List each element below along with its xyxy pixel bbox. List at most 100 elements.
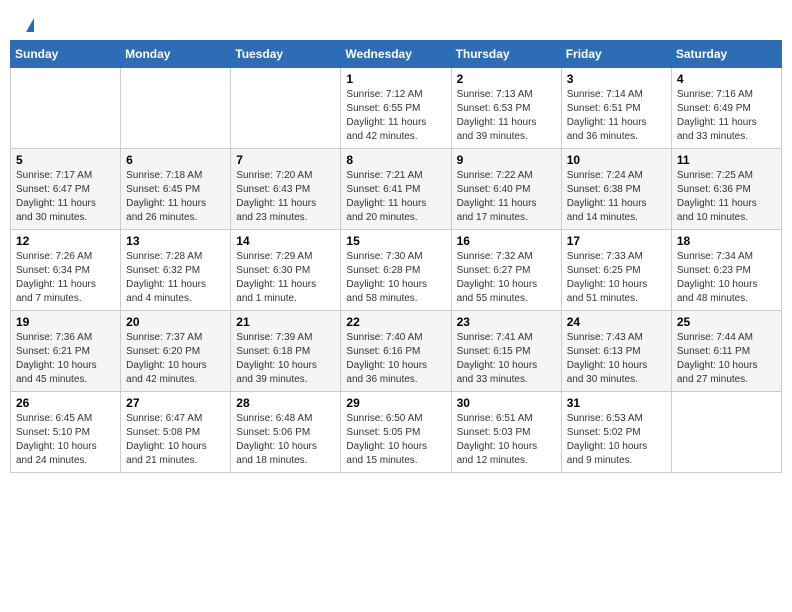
day-info: Sunrise: 7:14 AM Sunset: 6:51 PM Dayligh… bbox=[567, 88, 666, 144]
day-number: 24 bbox=[567, 315, 666, 329]
day-info: Sunrise: 7:36 AM Sunset: 6:21 PM Dayligh… bbox=[16, 331, 115, 387]
day-info: Sunrise: 7:12 AM Sunset: 6:55 PM Dayligh… bbox=[346, 88, 445, 144]
day-number: 31 bbox=[567, 396, 666, 410]
day-header-monday: Monday bbox=[121, 41, 231, 68]
day-info: Sunrise: 7:32 AM Sunset: 6:27 PM Dayligh… bbox=[457, 250, 556, 306]
calendar-cell: 4Sunrise: 7:16 AM Sunset: 6:49 PM Daylig… bbox=[671, 68, 781, 149]
calendar-cell: 7 Sunrise: 7:20 AM Sunset: 6:43 PM Daylig… bbox=[231, 149, 341, 230]
day-number: 14 bbox=[236, 234, 335, 248]
day-header-thursday: Thursday bbox=[451, 41, 561, 68]
calendar-cell: 14 Sunrise: 7:29 AM Sunset: 6:30 PM Dayli… bbox=[231, 230, 341, 311]
day-number: 11 bbox=[677, 153, 776, 167]
logo-icon bbox=[26, 18, 34, 32]
day-header-sunday: Sunday bbox=[11, 41, 121, 68]
day-info: Sunrise: 7:17 AM Sunset: 6:47 PM Dayligh… bbox=[16, 169, 115, 225]
calendar-cell bbox=[11, 68, 121, 149]
calendar-cell bbox=[121, 68, 231, 149]
day-number: 1 bbox=[346, 72, 445, 86]
day-header-friday: Friday bbox=[561, 41, 671, 68]
calendar-header-row: SundayMondayTuesdayWednesdayThursdayFrid… bbox=[11, 41, 782, 68]
day-info: Sunrise: 7:40 AM Sunset: 6:16 PM Dayligh… bbox=[346, 331, 445, 387]
day-info: Sunrise: 7:25 AM Sunset: 6:36 PM Dayligh… bbox=[677, 169, 776, 225]
day-number: 16 bbox=[457, 234, 556, 248]
day-number: 9 bbox=[457, 153, 556, 167]
day-number: 17 bbox=[567, 234, 666, 248]
day-number: 18 bbox=[677, 234, 776, 248]
calendar-cell: 21 Sunrise: 7:39 AM Sunset: 6:18 PM Dayli… bbox=[231, 311, 341, 392]
calendar-cell: 31 Sunrise: 6:53 AM Sunset: 5:02 PM Dayli… bbox=[561, 392, 671, 473]
day-info: Sunrise: 7:26 AM Sunset: 6:34 PM Dayligh… bbox=[16, 250, 115, 306]
day-header-tuesday: Tuesday bbox=[231, 41, 341, 68]
calendar-cell: 11 Sunrise: 7:25 AM Sunset: 6:36 PM Dayli… bbox=[671, 149, 781, 230]
calendar-cell: 5Sunrise: 7:17 AM Sunset: 6:47 PM Daylig… bbox=[11, 149, 121, 230]
day-info: Sunrise: 7:13 AM Sunset: 6:53 PM Dayligh… bbox=[457, 88, 556, 144]
calendar-cell: 16 Sunrise: 7:32 AM Sunset: 6:27 PM Dayli… bbox=[451, 230, 561, 311]
day-number: 29 bbox=[346, 396, 445, 410]
day-info: Sunrise: 6:51 AM Sunset: 5:03 PM Dayligh… bbox=[457, 412, 556, 468]
day-info: Sunrise: 7:30 AM Sunset: 6:28 PM Dayligh… bbox=[346, 250, 445, 306]
day-info: Sunrise: 6:47 AM Sunset: 5:08 PM Dayligh… bbox=[126, 412, 225, 468]
day-number: 25 bbox=[677, 315, 776, 329]
calendar-cell: 12 Sunrise: 7:26 AM Sunset: 6:34 PM Dayli… bbox=[11, 230, 121, 311]
day-info: Sunrise: 7:21 AM Sunset: 6:41 PM Dayligh… bbox=[346, 169, 445, 225]
day-number: 28 bbox=[236, 396, 335, 410]
calendar-cell: 24Sunrise: 7:43 AM Sunset: 6:13 PM Dayli… bbox=[561, 311, 671, 392]
calendar-week-row: 26Sunrise: 6:45 AM Sunset: 5:10 PM Dayli… bbox=[11, 392, 782, 473]
calendar-cell: 22 Sunrise: 7:40 AM Sunset: 6:16 PM Dayli… bbox=[341, 311, 451, 392]
day-number: 2 bbox=[457, 72, 556, 86]
day-info: Sunrise: 7:44 AM Sunset: 6:11 PM Dayligh… bbox=[677, 331, 776, 387]
calendar-cell: 10Sunrise: 7:24 AM Sunset: 6:38 PM Dayli… bbox=[561, 149, 671, 230]
day-number: 6 bbox=[126, 153, 225, 167]
calendar-cell: 30Sunrise: 6:51 AM Sunset: 5:03 PM Dayli… bbox=[451, 392, 561, 473]
calendar-cell: 27 Sunrise: 6:47 AM Sunset: 5:08 PM Dayli… bbox=[121, 392, 231, 473]
day-info: Sunrise: 7:28 AM Sunset: 6:32 PM Dayligh… bbox=[126, 250, 225, 306]
day-info: Sunrise: 6:53 AM Sunset: 5:02 PM Dayligh… bbox=[567, 412, 666, 468]
day-number: 21 bbox=[236, 315, 335, 329]
calendar-cell: 28 Sunrise: 6:48 AM Sunset: 5:06 PM Dayli… bbox=[231, 392, 341, 473]
day-number: 13 bbox=[126, 234, 225, 248]
calendar-cell: 26Sunrise: 6:45 AM Sunset: 5:10 PM Dayli… bbox=[11, 392, 121, 473]
day-number: 8 bbox=[346, 153, 445, 167]
calendar-cell: 23 Sunrise: 7:41 AM Sunset: 6:15 PM Dayli… bbox=[451, 311, 561, 392]
day-number: 26 bbox=[16, 396, 115, 410]
day-number: 7 bbox=[236, 153, 335, 167]
day-number: 20 bbox=[126, 315, 225, 329]
day-header-saturday: Saturday bbox=[671, 41, 781, 68]
day-info: Sunrise: 7:37 AM Sunset: 6:20 PM Dayligh… bbox=[126, 331, 225, 387]
day-info: Sunrise: 6:50 AM Sunset: 5:05 PM Dayligh… bbox=[346, 412, 445, 468]
day-info: Sunrise: 7:39 AM Sunset: 6:18 PM Dayligh… bbox=[236, 331, 335, 387]
day-info: Sunrise: 7:16 AM Sunset: 6:49 PM Dayligh… bbox=[677, 88, 776, 144]
day-info: Sunrise: 7:20 AM Sunset: 6:43 PM Dayligh… bbox=[236, 169, 335, 225]
day-number: 12 bbox=[16, 234, 115, 248]
calendar-cell: 15 Sunrise: 7:30 AM Sunset: 6:28 PM Dayli… bbox=[341, 230, 451, 311]
calendar-cell: 25 Sunrise: 7:44 AM Sunset: 6:11 PM Dayli… bbox=[671, 311, 781, 392]
day-number: 27 bbox=[126, 396, 225, 410]
day-info: Sunrise: 7:41 AM Sunset: 6:15 PM Dayligh… bbox=[457, 331, 556, 387]
calendar-cell: 9 Sunrise: 7:22 AM Sunset: 6:40 PM Daylig… bbox=[451, 149, 561, 230]
calendar-cell: 19 Sunrise: 7:36 AM Sunset: 6:21 PM Dayli… bbox=[11, 311, 121, 392]
calendar-cell bbox=[231, 68, 341, 149]
day-info: Sunrise: 7:33 AM Sunset: 6:25 PM Dayligh… bbox=[567, 250, 666, 306]
calendar-cell: 20 Sunrise: 7:37 AM Sunset: 6:20 PM Dayli… bbox=[121, 311, 231, 392]
day-header-wednesday: Wednesday bbox=[341, 41, 451, 68]
day-info: Sunrise: 7:18 AM Sunset: 6:45 PM Dayligh… bbox=[126, 169, 225, 225]
calendar-cell: 8 Sunrise: 7:21 AM Sunset: 6:41 PM Daylig… bbox=[341, 149, 451, 230]
day-info: Sunrise: 7:22 AM Sunset: 6:40 PM Dayligh… bbox=[457, 169, 556, 225]
calendar-cell bbox=[671, 392, 781, 473]
calendar-table: SundayMondayTuesdayWednesdayThursdayFrid… bbox=[10, 40, 782, 473]
calendar-cell: 29 Sunrise: 6:50 AM Sunset: 5:05 PM Dayli… bbox=[341, 392, 451, 473]
calendar-week-row: 19 Sunrise: 7:36 AM Sunset: 6:21 PM Dayli… bbox=[11, 311, 782, 392]
calendar-cell: 18Sunrise: 7:34 AM Sunset: 6:23 PM Dayli… bbox=[671, 230, 781, 311]
day-info: Sunrise: 7:24 AM Sunset: 6:38 PM Dayligh… bbox=[567, 169, 666, 225]
calendar-week-row: 5Sunrise: 7:17 AM Sunset: 6:47 PM Daylig… bbox=[11, 149, 782, 230]
calendar-cell: 2 Sunrise: 7:13 AM Sunset: 6:53 PM Daylig… bbox=[451, 68, 561, 149]
day-number: 3 bbox=[567, 72, 666, 86]
day-number: 15 bbox=[346, 234, 445, 248]
calendar-week-row: 1 Sunrise: 7:12 AM Sunset: 6:55 PM Daylig… bbox=[11, 68, 782, 149]
day-number: 22 bbox=[346, 315, 445, 329]
day-info: Sunrise: 7:29 AM Sunset: 6:30 PM Dayligh… bbox=[236, 250, 335, 306]
calendar-cell: 1 Sunrise: 7:12 AM Sunset: 6:55 PM Daylig… bbox=[341, 68, 451, 149]
day-info: Sunrise: 6:48 AM Sunset: 5:06 PM Dayligh… bbox=[236, 412, 335, 468]
day-number: 23 bbox=[457, 315, 556, 329]
day-number: 19 bbox=[16, 315, 115, 329]
